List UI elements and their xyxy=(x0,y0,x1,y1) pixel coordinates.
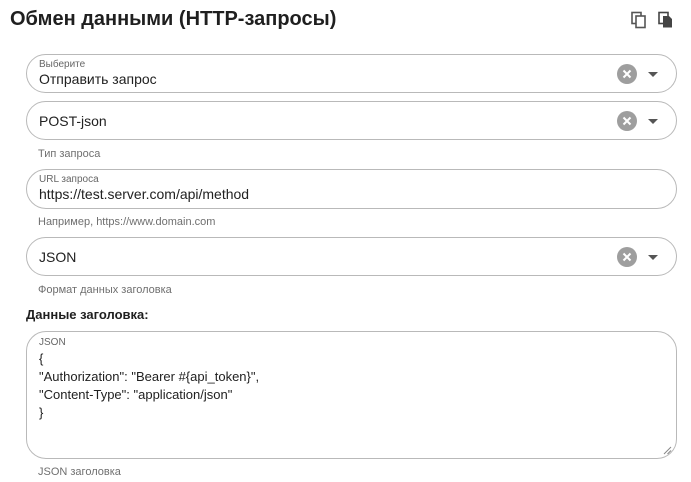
request-type-hint: Тип запроса xyxy=(38,148,101,160)
resize-handle-icon[interactable] xyxy=(663,446,672,455)
chevron-down-icon[interactable] xyxy=(646,114,660,128)
clear-icon[interactable] xyxy=(617,64,637,84)
header-json-content[interactable]: { "Authorization": "Bearer #{api_token}"… xyxy=(39,350,259,422)
url-field-value[interactable]: https://test.server.com/api/method xyxy=(39,186,249,202)
header-json-label: JSON xyxy=(39,337,66,348)
request-type-value: POST-json xyxy=(39,113,107,129)
action-select-label: Выберите xyxy=(39,59,86,70)
request-type-select[interactable]: POST-json xyxy=(26,101,677,140)
copy-icon[interactable] xyxy=(630,11,648,29)
code-line: { xyxy=(39,351,44,366)
url-hint: Например, https://www.domain.com xyxy=(38,216,216,228)
clear-icon[interactable] xyxy=(617,247,637,267)
code-line: "Authorization": "Bearer #{api_token}", xyxy=(39,369,260,384)
code-line: } xyxy=(39,405,44,420)
header-format-select[interactable]: JSON xyxy=(26,237,677,276)
paste-icon[interactable] xyxy=(657,11,675,29)
url-field-label: URL запроса xyxy=(39,174,99,185)
url-field[interactable]: URL запроса https://test.server.com/api/… xyxy=(26,169,677,209)
header-json-textarea[interactable]: JSON { "Authorization": "Bearer #{api_to… xyxy=(26,331,677,459)
chevron-down-icon[interactable] xyxy=(646,67,660,81)
header-section-label: Данные заголовка: xyxy=(26,307,149,322)
page-title: Обмен данными (HTTP-запросы) xyxy=(10,8,337,30)
header-format-value: JSON xyxy=(39,249,77,265)
action-select-value: Отправить запрос xyxy=(39,71,157,87)
code-line: "Content-Type": "application/json" xyxy=(39,387,233,402)
clear-icon[interactable] xyxy=(617,111,637,131)
action-select[interactable]: Выберите Отправить запрос xyxy=(26,54,677,93)
header-json-hint: JSON заголовка xyxy=(38,466,121,478)
header-format-hint: Формат данных заголовка xyxy=(38,284,172,296)
chevron-down-icon[interactable] xyxy=(646,250,660,264)
